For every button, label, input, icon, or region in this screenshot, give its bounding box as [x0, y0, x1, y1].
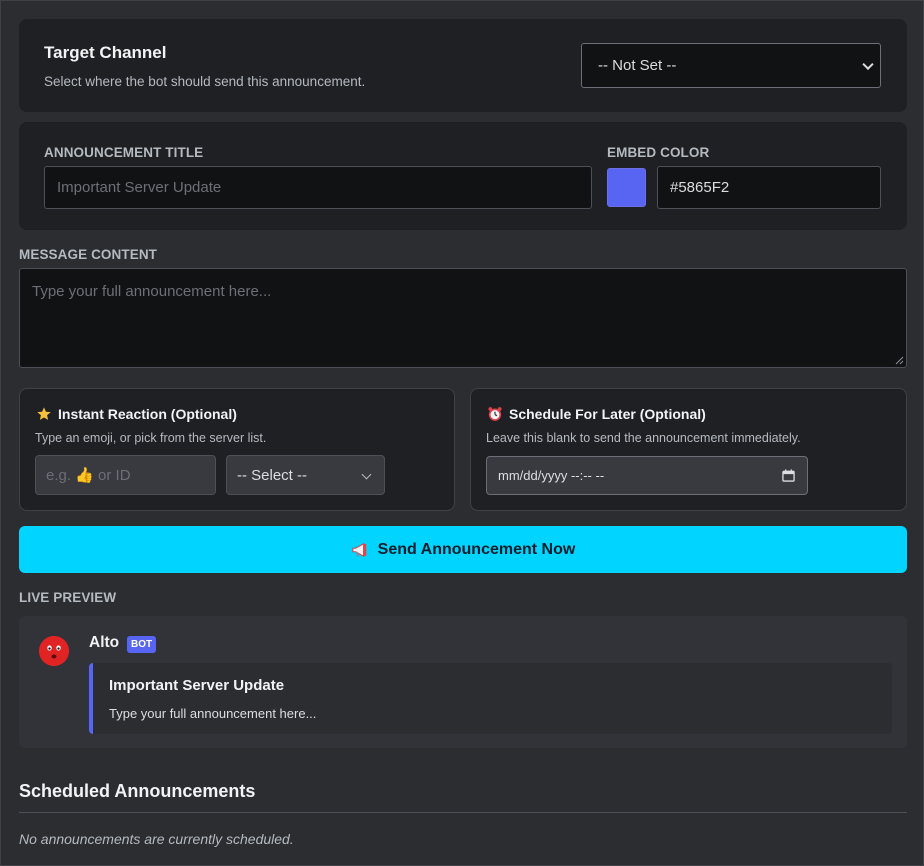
scheduled-empty-text: No announcements are currently scheduled…: [19, 831, 294, 847]
target-channel-select-value: -- Not Set --: [598, 57, 677, 74]
alarm-clock-icon: [488, 407, 502, 421]
schedule-title: Schedule For Later (Optional): [509, 406, 706, 422]
scheduled-heading: Scheduled Announcements: [19, 781, 256, 801]
reaction-input[interactable]: e.g. 👍 or ID: [35, 455, 216, 495]
reaction-select[interactable]: -- Select --: [226, 455, 385, 495]
target-channel-description: Select where the bot should send this an…: [44, 74, 366, 89]
chevron-down-icon: [361, 469, 372, 480]
announcement-title-label: ANNOUNCEMENT TITLE: [44, 145, 204, 160]
embed-preview-title: Important Server Update: [109, 677, 285, 694]
reaction-title-row: Instant Reaction (Optional): [36, 406, 237, 422]
embed-color-input[interactable]: #5865F2: [657, 166, 881, 209]
embed-preview-body: Type your full announcement here...: [109, 706, 317, 721]
embed-preview: Important Server Update Type your full a…: [89, 663, 892, 734]
schedule-datetime-placeholder: mm/dd/yyyy --:-- --: [498, 468, 605, 483]
schedule-title-row: Schedule For Later (Optional): [487, 406, 706, 422]
embed-color-label: EMBED COLOR: [607, 145, 710, 160]
live-preview-card: Alto BOT Important Server Update Type yo…: [19, 616, 907, 748]
target-channel-title: Target Channel: [44, 43, 167, 62]
chevron-down-icon: [862, 58, 874, 70]
message-content-label: MESSAGE CONTENT: [19, 247, 158, 262]
message-content-textarea[interactable]: Type your full announcement here...: [19, 268, 907, 368]
target-channel-card: Target Channel Select where the bot shou…: [19, 19, 907, 112]
page-frame: Target Channel Select where the bot shou…: [0, 0, 924, 866]
target-channel-select[interactable]: -- Not Set --: [581, 43, 881, 88]
reaction-input-placeholder: e.g. 👍 or ID: [46, 467, 131, 484]
bot-badge: BOT: [127, 636, 157, 653]
scheduled-divider: [19, 812, 907, 813]
reaction-description: Type an emoji, or pick from the server l…: [35, 431, 267, 445]
live-preview-label: LIVE PREVIEW: [19, 590, 117, 605]
megaphone-icon: [352, 542, 366, 557]
bot-avatar: [39, 636, 69, 666]
schedule-card: Schedule For Later (Optional) Leave this…: [470, 388, 907, 511]
embed-color-swatch[interactable]: [607, 168, 646, 207]
title-color-card: ANNOUNCEMENT TITLE Important Server Upda…: [19, 122, 907, 230]
announcement-title-placeholder: Important Server Update: [57, 179, 222, 196]
reaction-title: Instant Reaction (Optional): [58, 406, 237, 422]
announcement-title-input[interactable]: Important Server Update: [44, 166, 592, 209]
bot-name[interactable]: Alto: [89, 634, 119, 652]
star-icon: [37, 407, 51, 420]
schedule-datetime-input[interactable]: mm/dd/yyyy --:-- --: [486, 456, 808, 495]
angry-face-icon: [39, 636, 69, 666]
resize-handle-icon[interactable]: [894, 355, 904, 365]
send-announcement-label: Send Announcement Now: [377, 540, 576, 558]
embed-color-value: #5865F2: [670, 179, 730, 196]
message-content-placeholder: Type your full announcement here...: [32, 283, 272, 300]
calendar-icon[interactable]: [782, 469, 795, 482]
reaction-select-value: -- Select --: [237, 466, 308, 484]
reaction-card: Instant Reaction (Optional) Type an emoj…: [19, 388, 455, 511]
send-announcement-button[interactable]: Send Announcement Now: [19, 526, 907, 573]
schedule-description: Leave this blank to send the announcemen…: [486, 431, 801, 445]
